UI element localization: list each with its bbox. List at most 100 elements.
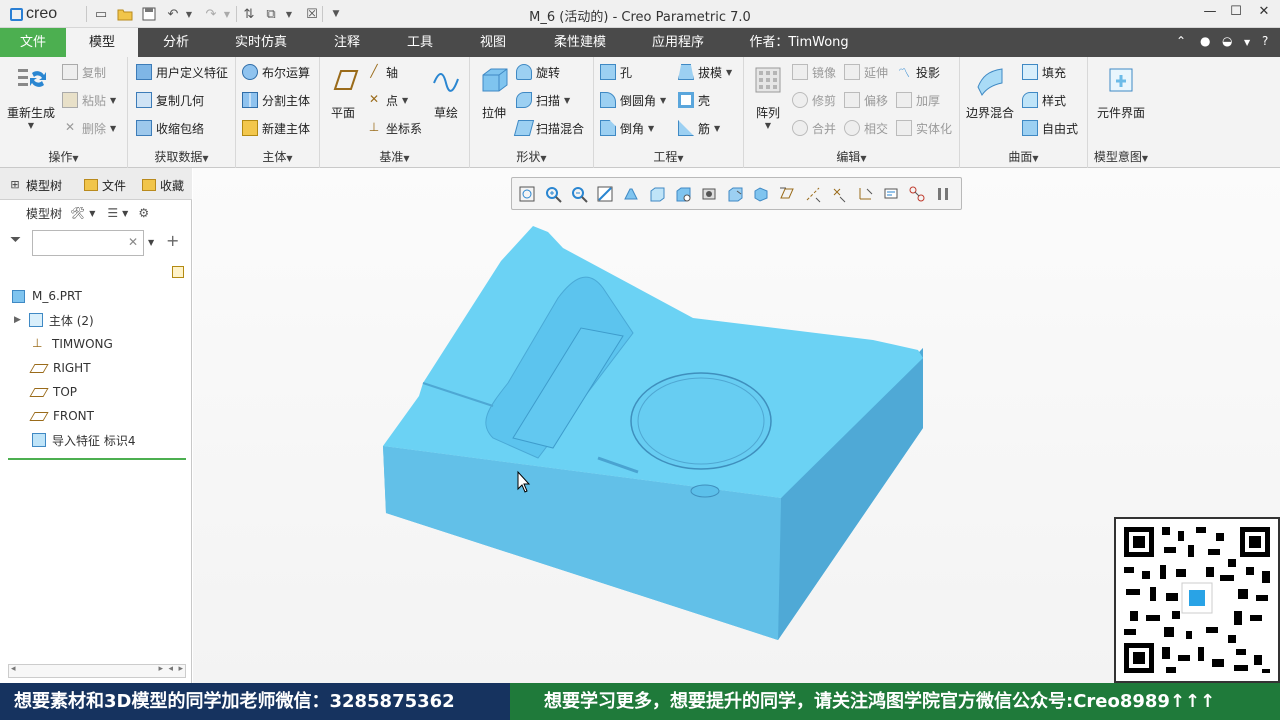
expand-icon[interactable]: ▶ — [14, 315, 21, 325]
regenerate-button[interactable]: 重新生成 ▼ — [4, 63, 58, 130]
offset-button[interactable]: 偏移 — [844, 89, 888, 111]
freestyle-button[interactable]: 自由式 — [1022, 117, 1078, 139]
chevron-down-icon[interactable]: ▼ — [122, 209, 128, 218]
tab-model[interactable]: 模型 — [66, 28, 138, 57]
tab-tools[interactable]: 工具 — [393, 28, 447, 57]
delete-button[interactable]: ✕ 删除 ▼ — [62, 117, 116, 139]
collapse-ribbon-icon[interactable]: ⌃ — [1176, 34, 1186, 48]
draft-button[interactable]: 拔模 ▼ — [678, 61, 732, 83]
split-body-button[interactable]: 分割主体 — [242, 89, 310, 111]
minimize-icon[interactable]: — — [1196, 4, 1224, 24]
group-label-get-data[interactable]: 获取数据▼ — [128, 148, 235, 165]
shrinkwrap-button[interactable]: 收缩包络 — [136, 117, 204, 139]
copy-button[interactable]: 复制 — [62, 61, 106, 83]
tree-item-csys[interactable]: ⊥ TIMWONG — [0, 333, 190, 355]
thicken-button[interactable]: 加厚 — [896, 89, 940, 111]
sketch-button[interactable]: 草绘 — [426, 63, 466, 121]
tab-author[interactable]: 作者：TimWong — [740, 28, 858, 57]
extrude-button[interactable]: 拉伸 — [474, 63, 514, 121]
show-icon[interactable]: ☰ — [107, 206, 118, 220]
tree-item-label: TOP — [53, 385, 78, 399]
round-button[interactable]: 倒圆角 ▼ — [600, 89, 666, 111]
rib-button[interactable]: 筋 ▼ — [678, 117, 720, 139]
chevron-down-icon[interactable]: ▼ — [148, 238, 154, 247]
tree-item-top[interactable]: TOP — [0, 381, 190, 403]
insert-indicator[interactable] — [8, 458, 186, 460]
group-label-body[interactable]: 主体▼ — [236, 148, 319, 165]
highlight-icon[interactable] — [172, 266, 184, 278]
fill-button[interactable]: 填充 — [1022, 61, 1066, 83]
paste-button[interactable]: 粘贴 ▼ — [62, 89, 116, 111]
add-icon[interactable]: + — [166, 231, 179, 250]
udf-button[interactable]: 用户定义特征 — [136, 61, 228, 83]
extend-button[interactable]: 延伸 — [844, 61, 888, 83]
tree-item-front[interactable]: FRONT — [0, 405, 190, 427]
tab-view[interactable]: 视图 — [466, 28, 520, 57]
tree-item-bodies[interactable]: ▶ 主体 (2) — [0, 309, 190, 331]
close-icon[interactable]: ✕ — [1250, 4, 1278, 24]
scroll-right-icon[interactable]: ▸ — [158, 664, 163, 674]
swept-blend-button[interactable]: 扫描混合 — [513, 117, 584, 139]
tab-flexible-modeling[interactable]: 柔性建模 — [540, 28, 620, 57]
tree-filter-settings-icon[interactable]: ⚙ — [138, 206, 149, 220]
tab-favorites[interactable]: 收藏 — [142, 174, 188, 196]
scroll-page-right-icon[interactable]: ▸ — [178, 664, 183, 674]
tab-annotate[interactable]: 注释 — [320, 28, 374, 57]
csys-button[interactable]: ⊥ 坐标系 — [366, 117, 422, 139]
tab-analysis[interactable]: 分析 — [148, 28, 204, 57]
component-interface-button[interactable]: 元件界面 — [1090, 63, 1152, 121]
tab-file[interactable]: 文件 — [0, 28, 66, 57]
boundary-blend-button[interactable]: 边界混合 — [964, 63, 1016, 121]
style-button[interactable]: 样式 — [1022, 89, 1066, 111]
tab-folder-browser[interactable]: 文件 — [84, 174, 130, 196]
plane-button[interactable]: 平面 — [324, 63, 362, 121]
revolve-button[interactable]: 旋转 — [516, 61, 560, 83]
chamfer-icon — [600, 120, 616, 136]
tab-model-tree[interactable]: ⊞ 模型树 — [8, 174, 62, 196]
chevron-down-icon[interactable]: ▼ — [89, 209, 95, 218]
chevron-down-icon: ▼ — [110, 95, 117, 105]
promo-right-text: 想要学习更多，想要提升的同学，请关注鸿图学院官方微信公众号:Creo8989↑↑… — [510, 683, 1280, 720]
maximize-icon[interactable]: ☐ — [1222, 4, 1250, 24]
clear-icon[interactable]: ✕ — [128, 235, 138, 249]
group-label-surfaces[interactable]: 曲面▼ — [960, 148, 1087, 165]
project-button[interactable]: 〽 投影 — [896, 61, 940, 83]
new-body-button[interactable]: 新建主体 — [242, 117, 310, 139]
tree-item-right[interactable]: RIGHT — [0, 357, 190, 379]
hole-button[interactable]: 孔 — [600, 61, 632, 83]
tree-item-root[interactable]: M_6.PRT — [0, 285, 190, 307]
thicken-icon — [896, 92, 912, 108]
horizontal-scrollbar[interactable]: ◂ ▸ ◂ ▸ — [8, 664, 186, 678]
pin-icon[interactable]: ● — [1200, 34, 1210, 48]
scroll-page-left-icon[interactable]: ◂ — [168, 664, 173, 674]
intersect-button[interactable]: 相交 — [844, 117, 888, 139]
tab-live-simulation[interactable]: 实时仿真 — [222, 28, 300, 57]
help-icon[interactable]: ? — [1262, 34, 1268, 48]
group-label-datum[interactable]: 基准▼ — [320, 148, 469, 165]
chamfer-button[interactable]: 倒角 ▼ — [600, 117, 654, 139]
settings-icon[interactable]: 🛠 — [70, 206, 85, 220]
copy-geometry-button[interactable]: 复制几何 — [136, 89, 204, 111]
boolean-button[interactable]: 布尔运算 — [242, 61, 310, 83]
tree-item-import[interactable]: 导入特征 标识4 — [0, 429, 190, 451]
group-label-engineering[interactable]: 工程▼ — [594, 148, 743, 165]
point-button[interactable]: ✕ 点 ▼ — [366, 89, 408, 111]
user-icon[interactable]: ◒ — [1222, 34, 1232, 48]
rib-icon — [678, 120, 694, 136]
shrinkwrap-label: 收缩包络 — [156, 121, 205, 136]
trim-button[interactable]: 修剪 — [792, 89, 836, 111]
user-dropdown-icon[interactable]: ▼ — [1244, 38, 1250, 47]
mirror-button[interactable]: 镜像 — [792, 61, 836, 83]
scroll-left-icon[interactable]: ◂ — [11, 664, 16, 674]
axis-button[interactable]: ╱ 轴 — [366, 61, 398, 83]
group-label-model-intent[interactable]: 模型意图▼ — [1088, 148, 1154, 165]
group-label-shapes[interactable]: 形状▼ — [470, 148, 593, 165]
group-label-operations[interactable]: 操作▼ — [0, 148, 127, 165]
shell-button[interactable]: 壳 — [678, 89, 710, 111]
tab-applications[interactable]: 应用程序 — [638, 28, 718, 57]
pattern-button[interactable]: 阵列 ▼ — [748, 63, 788, 130]
merge-button[interactable]: 合并 — [792, 117, 836, 139]
solidify-button[interactable]: 实体化 — [896, 117, 952, 139]
sweep-button[interactable]: 扫描 ▼ — [516, 89, 570, 111]
group-label-editing[interactable]: 编辑▼ — [744, 148, 959, 165]
